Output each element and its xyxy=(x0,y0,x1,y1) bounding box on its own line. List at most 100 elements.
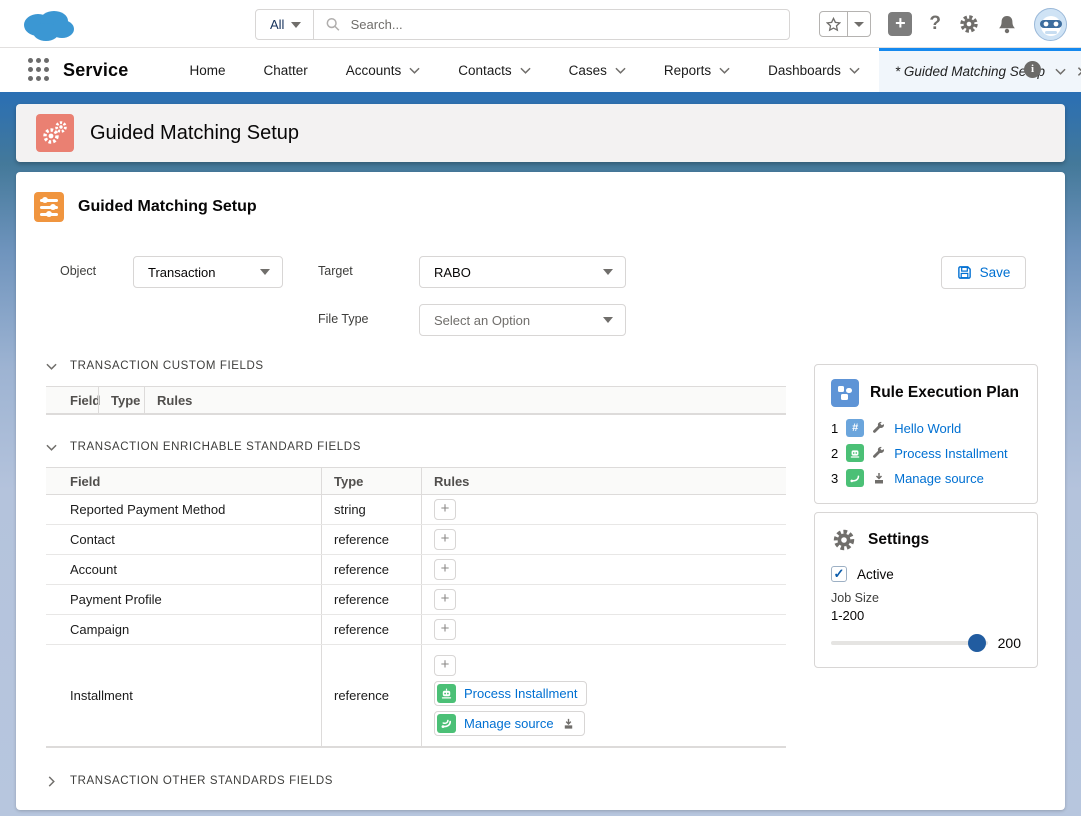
notification-bell-icon[interactable] xyxy=(997,14,1017,35)
plan-item-link[interactable]: Hello World xyxy=(894,421,961,436)
apex-bot-icon xyxy=(437,684,456,703)
add-rule-button[interactable]: + xyxy=(434,589,456,610)
panel-title: Settings xyxy=(868,531,929,549)
col-type: Type xyxy=(98,387,144,413)
strategy-icon xyxy=(831,379,859,407)
favorites-button[interactable] xyxy=(819,11,871,37)
nav-item-label: Chatter xyxy=(263,63,307,78)
global-actions-button[interactable]: + xyxy=(888,12,912,36)
chevron-down-icon xyxy=(46,442,57,453)
wrench-icon xyxy=(872,421,886,435)
app-launcher-icon[interactable] xyxy=(28,58,49,82)
target-select[interactable]: RABO xyxy=(419,256,626,288)
close-tab-icon[interactable]: ✕ xyxy=(1076,63,1081,81)
plan-item-number: 1 xyxy=(831,421,838,436)
table-header-row: Field Type Rules xyxy=(46,468,786,495)
add-rule-button[interactable]: + xyxy=(434,619,456,640)
search-scope-select[interactable]: All xyxy=(256,10,314,39)
plan-item: 3 Manage source xyxy=(831,469,1021,487)
table-row: Payment Profile reference + xyxy=(46,585,786,615)
plan-item-link[interactable]: Process Installment xyxy=(894,446,1007,461)
col-field: Field xyxy=(46,387,98,413)
nav-item-chatter[interactable]: Chatter xyxy=(244,48,326,92)
job-size-slider[interactable] xyxy=(831,641,988,645)
guided-matching-setup-card: Guided Matching Setup Object Transaction… xyxy=(16,172,1065,810)
search-input[interactable] xyxy=(351,17,777,32)
section-title: TRANSACTION OTHER STANDARDS FIELDS xyxy=(70,775,333,787)
plan-item-number: 3 xyxy=(831,471,838,486)
nav-items: Home Chatter Accounts Contacts Cases Rep… xyxy=(170,48,1081,92)
table-row: Reported Payment Method string + xyxy=(46,495,786,525)
app-navigation-bar: Service Home Chatter Accounts Contacts C… xyxy=(0,48,1081,92)
card-header: Guided Matching Setup xyxy=(34,192,1049,222)
fill-bucket-icon xyxy=(562,717,575,730)
chevron-down-icon xyxy=(603,269,613,275)
job-size-value: 200 xyxy=(998,635,1021,651)
add-rule-button[interactable]: + xyxy=(434,529,456,550)
rule-chip-manage-source[interactable]: Manage source xyxy=(434,711,585,736)
enrichable-fields-table: Field Type Rules Reported Payment Method… xyxy=(46,467,786,748)
nav-item-accounts[interactable]: Accounts xyxy=(327,48,440,92)
active-tab-guided-matching-setup[interactable]: * Guided Matching Setup ✕ xyxy=(879,48,1081,92)
field-cell: Reported Payment Method xyxy=(46,495,321,524)
object-select-value: Transaction xyxy=(148,265,215,280)
plan-item-link[interactable]: Manage source xyxy=(894,471,984,486)
active-tab-label: * Guided Matching Setup xyxy=(895,64,1045,79)
add-rule-button[interactable]: + xyxy=(434,655,456,676)
chevron-down-icon[interactable] xyxy=(1055,66,1066,77)
slider-thumb[interactable] xyxy=(968,634,986,652)
rules-cell: + xyxy=(421,615,786,644)
page-header-banner: Guided Matching Setup xyxy=(16,104,1065,162)
rule-link[interactable]: Manage source xyxy=(464,716,554,731)
setup-gear-icon[interactable] xyxy=(958,13,980,35)
table-header-row: Field Type Rules xyxy=(46,387,786,414)
fill-bucket-icon xyxy=(872,471,886,485)
global-search: All xyxy=(255,9,790,40)
plan-item-number: 2 xyxy=(831,446,838,461)
apex-bot-icon xyxy=(846,444,864,462)
active-checkbox[interactable]: ✓ xyxy=(831,566,847,582)
user-avatar[interactable] xyxy=(1034,8,1067,41)
nav-item-reports[interactable]: Reports xyxy=(645,48,749,92)
wrench-icon xyxy=(872,446,886,460)
favorites-menu-caret[interactable] xyxy=(847,12,870,36)
sliders-icon xyxy=(34,192,64,222)
nav-item-home[interactable]: Home xyxy=(170,48,244,92)
page-background: Guided Matching Setup Guided Matching Se… xyxy=(0,92,1081,816)
search-icon xyxy=(326,17,340,32)
chevron-down-icon xyxy=(719,65,730,76)
add-rule-button[interactable]: + xyxy=(434,499,456,520)
table-row: Contact reference + xyxy=(46,525,786,555)
section-other-fields[interactable]: TRANSACTION OTHER STANDARDS FIELDS xyxy=(46,775,1049,787)
rule-execution-plan-panel: Rule Execution Plan 1 # Hello World 2 xyxy=(814,364,1038,504)
star-icon[interactable] xyxy=(820,12,847,36)
nav-item-dashboards[interactable]: Dashboards xyxy=(749,48,879,92)
nav-item-cases[interactable]: Cases xyxy=(550,48,645,92)
object-select[interactable]: Transaction xyxy=(133,256,283,288)
custom-fields-table: Field Type Rules xyxy=(46,386,786,415)
help-icon[interactable]: ? xyxy=(929,13,941,35)
chevron-down-icon xyxy=(46,361,57,372)
search-field-wrap xyxy=(314,17,789,32)
table-row: Account reference + xyxy=(46,555,786,585)
card-title: Guided Matching Setup xyxy=(78,198,257,216)
rule-link[interactable]: Process Installment xyxy=(464,686,577,701)
chevron-down-icon xyxy=(520,65,531,76)
plan-item: 2 Process Installment xyxy=(831,444,1021,462)
rule-chip-process-installment[interactable]: Process Installment xyxy=(434,681,587,706)
active-label: Active xyxy=(857,567,894,582)
add-rule-button[interactable]: + xyxy=(434,559,456,580)
file-type-label: File Type xyxy=(318,312,369,326)
type-cell: reference xyxy=(321,585,421,614)
section-title: TRANSACTION CUSTOM FIELDS xyxy=(70,360,264,372)
file-type-select[interactable]: Select an Option xyxy=(419,304,626,336)
type-cell: reference xyxy=(321,615,421,644)
settings-gear-icon xyxy=(831,527,857,553)
info-icon[interactable]: i xyxy=(1024,61,1041,78)
nav-item-contacts[interactable]: Contacts xyxy=(439,48,549,92)
save-button[interactable]: Save xyxy=(941,256,1026,289)
app-name: Service xyxy=(63,60,128,81)
chevron-down-icon xyxy=(260,269,270,275)
target-label: Target xyxy=(318,264,353,278)
nav-item-label: Cases xyxy=(569,63,607,78)
